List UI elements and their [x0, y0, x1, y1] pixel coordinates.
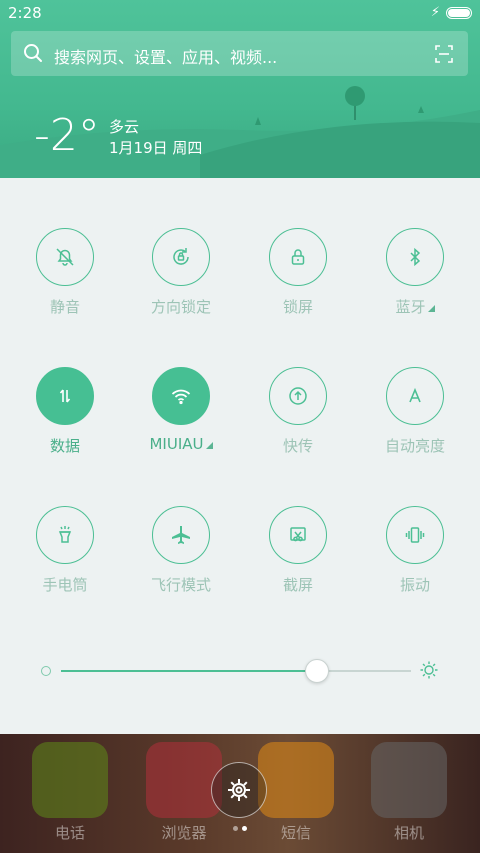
brightness-low-icon	[41, 666, 51, 676]
toggle-auto-brightness[interactable]: 自动亮度	[360, 367, 470, 477]
settings-button[interactable]	[211, 762, 267, 818]
search-icon	[24, 44, 42, 62]
status-clock: 2:28	[8, 4, 42, 22]
charging-icon: ⚡	[430, 5, 440, 20]
weather-date: 1月19日 周四	[109, 139, 203, 157]
toggle-label: 振动	[399, 576, 430, 594]
gear-icon	[228, 779, 250, 801]
toggle-label: 自动亮度	[384, 437, 445, 455]
toggle-label: 数据	[49, 437, 80, 455]
vibrate-icon	[386, 506, 444, 564]
screenshot-icon	[269, 506, 327, 564]
auto-brightness-icon	[386, 367, 444, 425]
toggle-silent[interactable]: 静音	[10, 228, 120, 338]
toggle-label: 静音	[49, 298, 80, 316]
battery-icon	[446, 7, 472, 19]
toggle-quick-transfer[interactable]: 快传	[243, 367, 353, 477]
toggle-lock-screen[interactable]: 锁屏	[243, 228, 353, 338]
expand-arrow-icon	[205, 442, 213, 449]
brightness-slider-thumb[interactable]	[304, 659, 329, 683]
toggle-label: 飞行模式	[150, 576, 211, 594]
page-dot-active	[242, 826, 247, 831]
expand-arrow-icon	[427, 305, 435, 312]
flashlight-icon	[36, 506, 94, 564]
toggle-label: 锁屏	[282, 298, 313, 316]
search-placeholder: 搜索网页、设置、应用、视频...	[54, 48, 278, 67]
lock-icon	[269, 228, 327, 286]
phone-app-icon[interactable]	[32, 742, 108, 818]
scan-icon[interactable]	[434, 44, 454, 64]
toggle-label: 蓝牙	[360, 296, 470, 317]
toggle-vibrate[interactable]: 振动	[360, 506, 470, 616]
weather-condition: 多云	[109, 118, 140, 136]
toggle-bluetooth[interactable]: 蓝牙	[360, 228, 470, 338]
quick-transfer-icon	[269, 367, 327, 425]
toggle-screenshot[interactable]: 截屏	[243, 506, 353, 616]
notification-header: 2:28 ⚡ 搜索网页、设置、应用、视频... -2° 多云 1月19日 周四	[0, 0, 480, 180]
toggle-label: MIUIAU	[126, 435, 236, 453]
toggle-label: 手电筒	[42, 576, 88, 594]
airplane-icon	[152, 506, 210, 564]
app-label: 电话	[54, 824, 85, 842]
quick-settings-panel: 静音 方向锁定 锁屏 蓝牙 数据 MIUIAU 快传 自动亮度 手电筒 飞行模式…	[0, 178, 480, 734]
browser-app-icon[interactable]	[146, 742, 222, 818]
rotation-lock-icon	[152, 228, 210, 286]
toggle-label: 方向锁定	[150, 298, 211, 316]
toggle-mobile-data[interactable]: 数据	[10, 367, 120, 477]
toggle-flashlight[interactable]: 手电筒	[10, 506, 120, 616]
brightness-high-icon	[420, 661, 438, 679]
toggle-label: 快传	[282, 437, 313, 455]
bluetooth-icon	[386, 228, 444, 286]
search-bar[interactable]: 搜索网页、设置、应用、视频...	[11, 31, 468, 76]
messages-app-icon[interactable]	[258, 742, 334, 818]
toggle-label: 截屏	[282, 576, 313, 594]
app-label: 相机	[393, 824, 424, 842]
temperature: -2°	[34, 110, 100, 161]
brightness-slider[interactable]	[61, 670, 411, 672]
page-indicator	[231, 826, 251, 832]
toggle-wifi[interactable]: MIUIAU	[126, 367, 236, 477]
toggle-airplane-mode[interactable]: 飞行模式	[126, 506, 236, 616]
mobile-data-icon	[36, 367, 94, 425]
status-bar: 2:28 ⚡	[0, 0, 480, 28]
app-label: 浏览器	[161, 824, 207, 842]
wifi-icon	[152, 367, 210, 425]
toggle-rotation-lock[interactable]: 方向锁定	[126, 228, 236, 338]
bell-off-icon	[36, 228, 94, 286]
app-label: 短信	[280, 824, 311, 842]
camera-app-icon[interactable]	[371, 742, 447, 818]
page-dot	[233, 826, 238, 831]
brightness-slider-fill	[61, 670, 317, 672]
